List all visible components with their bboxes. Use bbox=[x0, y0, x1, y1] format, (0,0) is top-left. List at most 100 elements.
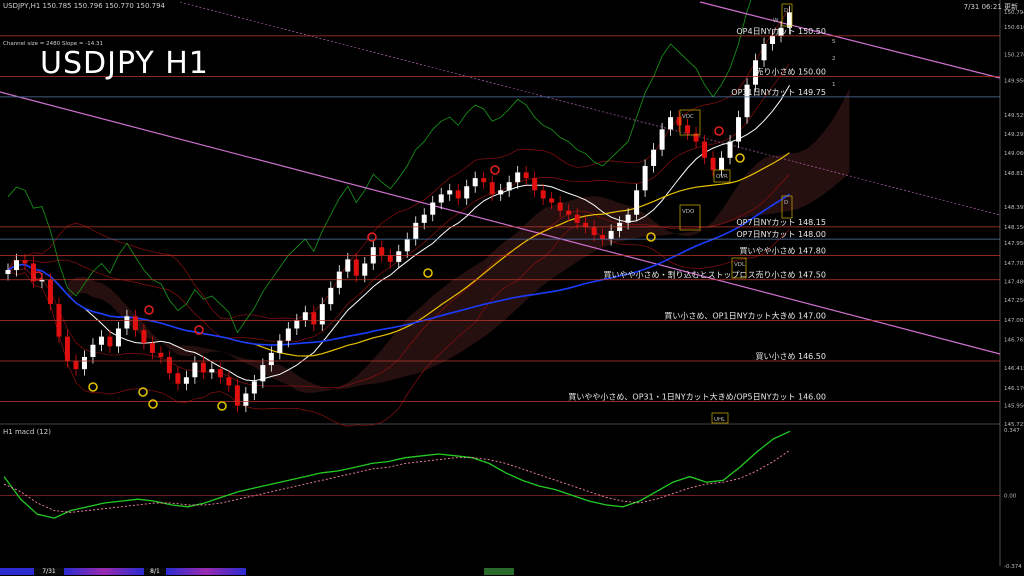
candle-body bbox=[396, 251, 402, 262]
price-tick-label: 148.395 bbox=[1004, 205, 1024, 211]
update-time: 7/31 06:21 更新 bbox=[963, 3, 1018, 11]
ichimoku-cloud bbox=[68, 87, 850, 394]
candle-body bbox=[676, 117, 682, 126]
candle-body bbox=[523, 172, 529, 179]
candle-body bbox=[540, 190, 546, 199]
candle-body bbox=[81, 356, 87, 370]
candle-body bbox=[600, 235, 606, 240]
d-marker-low: D bbox=[784, 200, 788, 206]
channel-mid bbox=[179, 1, 1001, 216]
price-tick-label: 148.815 bbox=[1004, 171, 1024, 177]
candle-body bbox=[73, 361, 79, 370]
candle-body bbox=[251, 381, 257, 394]
candle-body bbox=[98, 336, 104, 345]
uhl-marker: UHL bbox=[714, 417, 726, 423]
candle-body bbox=[532, 178, 538, 191]
candle-body bbox=[64, 336, 70, 362]
candle-body bbox=[549, 198, 555, 203]
sell-signal-icon bbox=[490, 165, 500, 175]
d-marker-high: D bbox=[784, 8, 788, 14]
buy-signal-icon bbox=[148, 399, 158, 409]
candle-body bbox=[651, 149, 657, 166]
candle-body bbox=[234, 385, 240, 406]
vdo-marker: VDO bbox=[682, 209, 695, 215]
price-tick-label: 149.950 bbox=[1004, 79, 1024, 85]
candle-body bbox=[591, 226, 597, 236]
candle-body bbox=[761, 44, 767, 61]
level-label: OP7日NYカット 148.00 bbox=[736, 230, 826, 239]
candle-body bbox=[22, 260, 28, 264]
candle-body bbox=[277, 340, 283, 353]
price-tick-label: 147.950 bbox=[1004, 241, 1024, 247]
candle-body bbox=[209, 369, 215, 373]
macd-tick-label: 0.00 bbox=[1004, 493, 1017, 499]
buy-signal-icon bbox=[735, 153, 745, 163]
candle-body bbox=[200, 362, 206, 373]
chart-title: USDJPY H1 bbox=[40, 46, 209, 81]
macd-label: H1 macd (12) bbox=[3, 428, 51, 436]
candle-body bbox=[90, 344, 96, 357]
buy-signal-icon bbox=[423, 268, 433, 278]
candle-body bbox=[124, 316, 130, 329]
tab-date-2[interactable]: 8/1 bbox=[144, 568, 166, 575]
tab-date-1[interactable]: 7/31 bbox=[34, 568, 64, 575]
candle-body bbox=[642, 165, 648, 191]
candle-body bbox=[217, 369, 223, 378]
candle-body bbox=[294, 320, 300, 329]
candle-body bbox=[362, 263, 368, 276]
price-tick-label: 147.250 bbox=[1004, 298, 1024, 304]
candle-body bbox=[472, 178, 478, 187]
level-label: OP7日NYカット 148.15 bbox=[736, 218, 826, 227]
wave-1-label: 1 bbox=[832, 82, 836, 88]
price-tick-label: 150.610 bbox=[1004, 25, 1024, 31]
candle-body bbox=[328, 287, 334, 305]
w-marker: W bbox=[773, 18, 779, 24]
candle-body bbox=[566, 210, 572, 215]
candle-body bbox=[115, 328, 121, 347]
candle-body bbox=[668, 117, 674, 130]
channel-upper bbox=[699, 1, 1001, 79]
level-label: 買いやや小さめ・割り込むとストップロス売り小さめ 147.50 bbox=[603, 270, 826, 280]
level-label: 買い小さめ 146.50 bbox=[755, 352, 826, 361]
candle-body bbox=[719, 157, 725, 171]
candle-body bbox=[685, 125, 691, 134]
candle-body bbox=[13, 260, 19, 270]
candle-body bbox=[515, 172, 521, 183]
price-tick-label: 150.270 bbox=[1004, 53, 1024, 59]
macd-tick-label: 0.347 bbox=[1004, 428, 1020, 434]
candle-body bbox=[311, 312, 317, 325]
candle-body bbox=[659, 129, 665, 150]
candle-body bbox=[583, 222, 589, 227]
candle-body bbox=[260, 365, 266, 382]
tab-bar-left bbox=[0, 568, 34, 575]
candle-body bbox=[693, 133, 699, 142]
scroll-handle[interactable] bbox=[484, 568, 514, 575]
candle-body bbox=[770, 35, 776, 45]
candle-body bbox=[387, 255, 393, 262]
candle-body bbox=[634, 190, 640, 215]
price-tick-label: 146.170 bbox=[1004, 386, 1024, 392]
price-tick-label: 147.005 bbox=[1004, 318, 1024, 324]
candle-body bbox=[506, 182, 512, 191]
candle-body bbox=[557, 202, 563, 211]
level-label: OP31日NYカット 149.75 bbox=[731, 88, 826, 97]
candle-body bbox=[47, 279, 53, 305]
candle-body bbox=[702, 141, 708, 158]
candle-body bbox=[421, 214, 427, 223]
wave-5-label: 5 bbox=[832, 39, 836, 45]
level-label: 買いやや小さめ、OP31・1日NYカット大きめ/OP5日NYカット 146.00 bbox=[568, 392, 826, 402]
price-tick-label: 145.950 bbox=[1004, 404, 1024, 410]
candle-body bbox=[787, 12, 793, 28]
ovr-marker: OVR bbox=[716, 174, 728, 180]
candle-body bbox=[268, 352, 274, 366]
candle-body bbox=[379, 247, 385, 256]
macd-panel: 0.347 0.00 -0.374 bbox=[0, 428, 1022, 570]
macd-tick-label: -0.374 bbox=[1004, 564, 1022, 570]
vdc-marker: VDC bbox=[682, 114, 694, 120]
candle-body bbox=[413, 222, 419, 240]
level-label: 買いやや小さめ 147.80 bbox=[739, 246, 826, 255]
candle-body bbox=[158, 352, 164, 357]
candle-body bbox=[175, 373, 181, 384]
candle-body bbox=[353, 259, 359, 276]
candle-body bbox=[141, 330, 147, 344]
